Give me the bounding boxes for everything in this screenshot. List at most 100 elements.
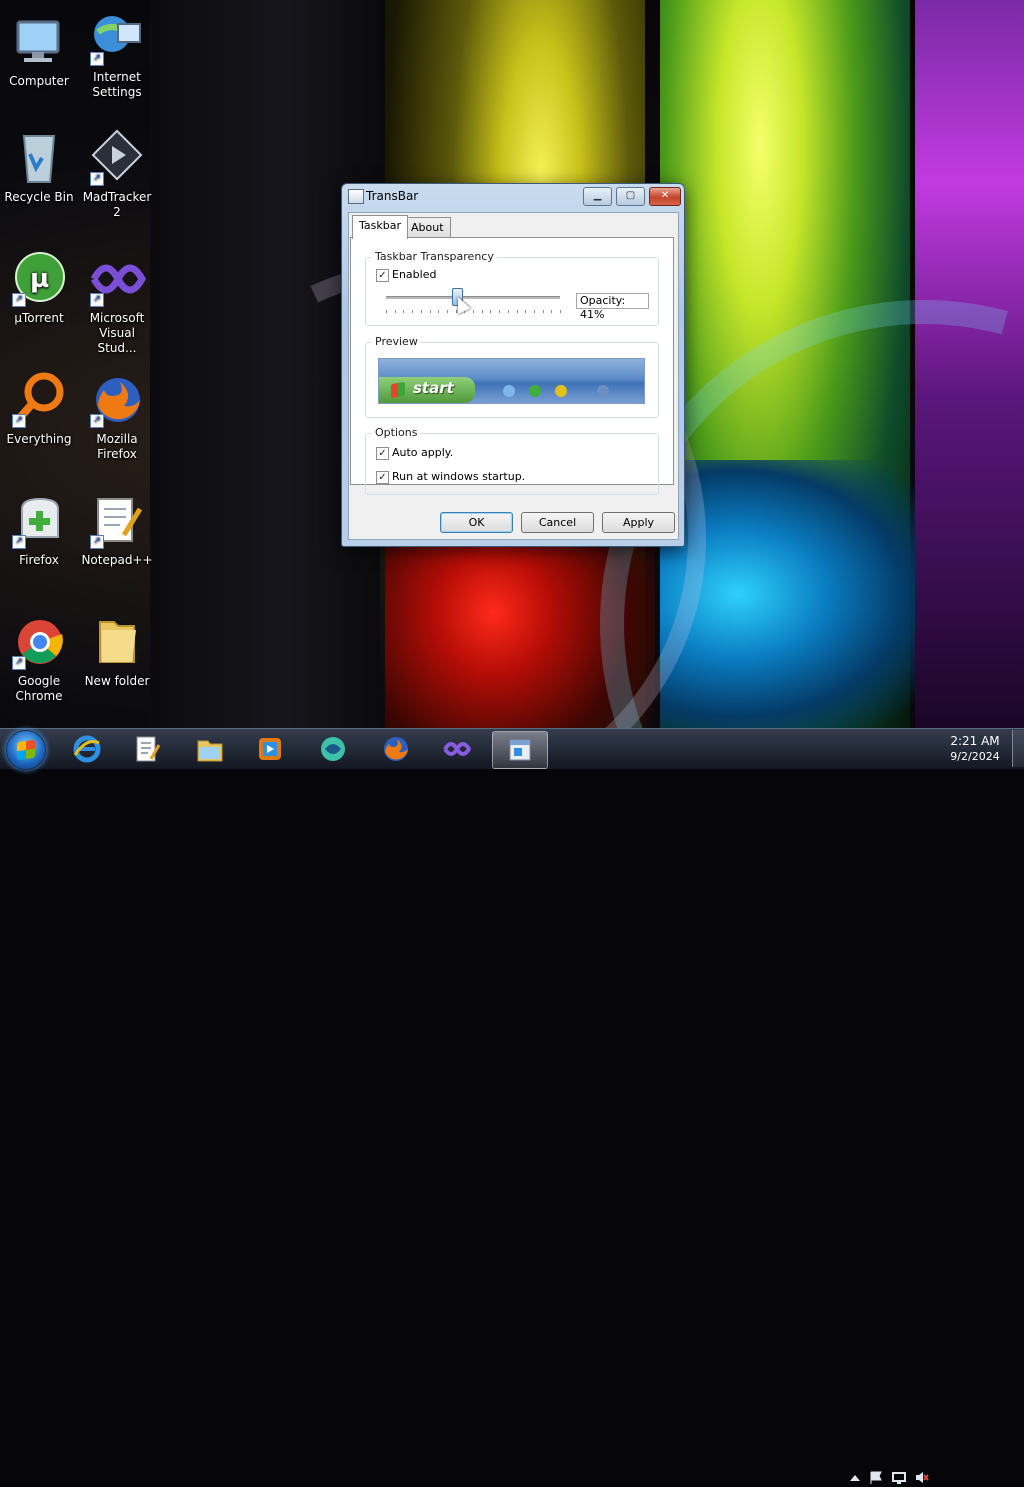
- shortcut-arrow-icon: ↗: [12, 414, 26, 428]
- preview-start-text: start: [413, 379, 454, 397]
- shortcut-arrow-icon: ↗: [90, 535, 104, 549]
- desktop-icon-label: New folder: [84, 674, 150, 688]
- internet-explorer-icon: [73, 735, 101, 763]
- clock-time: 2:21 AM: [950, 734, 1000, 748]
- ok-button[interactable]: OK: [440, 512, 513, 533]
- notepadpp-icon: [136, 736, 161, 762]
- desktop-icon-everything[interactable]: ↗ Everything: [0, 370, 78, 447]
- clock-date: 9/2/2024: [950, 750, 1000, 763]
- notepadpp-icon: ↗: [88, 491, 146, 549]
- recycle-bin-icon: [10, 128, 68, 186]
- network-icon[interactable]: [892, 1471, 906, 1484]
- explorer-icon: [197, 740, 223, 762]
- checkmark-icon: ✓: [378, 448, 387, 459]
- preview-app-icon: [503, 385, 515, 397]
- auto-apply-checkbox[interactable]: ✓: [376, 447, 389, 460]
- taskbar-tab-panel: Taskbar Transparency ✓ Enabled Opacity: …: [350, 237, 674, 495]
- taskbar-transparency-group: Taskbar Transparency ✓ Enabled Opacity: …: [365, 250, 659, 326]
- taskbar-explorer-button[interactable]: [183, 731, 237, 767]
- dialog-title: TransBar: [366, 189, 419, 203]
- action-center-flag-icon[interactable]: [869, 1471, 883, 1484]
- windows-flag-icon: [391, 381, 405, 399]
- show-desktop-button[interactable]: [1012, 730, 1024, 767]
- slider-tick: [438, 310, 440, 313]
- desktop-icon-recycle-bin[interactable]: Recycle Bin: [0, 128, 78, 205]
- run-at-startup-checkbox[interactable]: ✓: [376, 471, 389, 484]
- visual-studio-icon: [443, 742, 471, 756]
- computer-icon: [10, 12, 68, 70]
- chrome-icon: ↗: [10, 612, 68, 670]
- tab-taskbar[interactable]: Taskbar: [352, 215, 408, 239]
- checkmark-icon: ✓: [378, 472, 387, 483]
- shortcut-arrow-icon: ↗: [90, 172, 104, 186]
- desktop-icon-new-folder[interactable]: New folder: [78, 612, 156, 689]
- slider-tick: [446, 310, 448, 313]
- desktop-icon-label: Internet Settings: [92, 70, 142, 99]
- desktop-icon-label: µTorrent: [14, 311, 64, 325]
- opacity-slider-track[interactable]: [386, 296, 560, 299]
- close-icon: ✕: [660, 190, 670, 201]
- firefox-icon: ↗: [88, 370, 146, 428]
- desktop-icon-utorrent[interactable]: µ ↗ µTorrent: [0, 249, 78, 326]
- options-group: Options ✓ Auto apply. ✓ Run at windows s…: [365, 426, 659, 495]
- taskbar-firefox-button[interactable]: [369, 731, 423, 767]
- slider-tick: [420, 310, 422, 313]
- taskbar-media-button[interactable]: [243, 731, 297, 767]
- slider-tick: [516, 310, 518, 313]
- transbar-app-icon: [321, 737, 345, 761]
- folder-icon: [88, 612, 146, 670]
- slider-tick: [403, 310, 405, 313]
- preview-start-button: start: [379, 377, 475, 403]
- desktop-icon-firefox[interactable]: ↗ Firefox: [0, 491, 78, 568]
- slider-tick: [490, 310, 492, 313]
- cancel-button[interactable]: Cancel: [521, 512, 594, 533]
- slider-tick: [507, 310, 509, 313]
- slider-tick: [525, 310, 527, 313]
- firefox-profile-icon: ↗: [10, 491, 68, 549]
- preview-media-icon: [555, 385, 567, 397]
- slider-tick: [429, 310, 431, 313]
- close-button[interactable]: ✕: [649, 187, 681, 206]
- group-label-preview: Preview: [372, 335, 421, 348]
- firefox-icon: [384, 737, 408, 761]
- desktop-icon-mozilla-firefox[interactable]: ↗ Mozilla Firefox: [78, 370, 156, 462]
- start-button[interactable]: [6, 730, 46, 770]
- madtracker-icon: ↗: [88, 128, 146, 186]
- slider-tick: [473, 310, 474, 313]
- taskbar-clock[interactable]: 2:21 AM 9/2/2024: [940, 733, 1010, 765]
- opacity-readout: Opacity: 41%: [576, 293, 649, 321]
- maximize-icon: ▢: [625, 190, 636, 201]
- slider-tick: [394, 310, 396, 313]
- desktop-icon-visual-studio[interactable]: ↗ Microsoft Visual Stud...: [78, 249, 156, 356]
- taskbar-visual-studio-button[interactable]: [430, 731, 484, 767]
- taskbar-transbar-window-button[interactable]: [492, 731, 548, 769]
- everything-search-icon: ↗: [10, 370, 68, 428]
- taskbar-ie-button[interactable]: [60, 731, 114, 767]
- desktop-icon-label: Firefox: [19, 553, 59, 567]
- desktop-icon-madtracker[interactable]: ↗ MadTracker 2: [78, 128, 156, 220]
- utorrent-icon: µ ↗: [10, 249, 68, 307]
- auto-apply-label: Auto apply.: [392, 446, 454, 459]
- desktop-icon-google-chrome[interactable]: ↗ Google Chrome: [0, 612, 78, 704]
- desktop-icon-label: Everything: [6, 432, 72, 446]
- desktop-icon-notepadpp[interactable]: ↗ Notepad++: [78, 491, 156, 568]
- enabled-checkbox[interactable]: ✓: [376, 269, 389, 282]
- slider-tick: [560, 310, 561, 313]
- desktop-icon-label: Mozilla Firefox: [96, 432, 138, 461]
- preview-window-icon: [597, 385, 609, 397]
- tab-about[interactable]: About: [404, 217, 451, 238]
- media-icon: [259, 738, 281, 760]
- apply-button[interactable]: Apply: [602, 512, 675, 533]
- minimize-button[interactable]: ▁: [583, 187, 612, 206]
- dialog-titlebar[interactable]: TransBar ▁ ▢ ✕: [342, 184, 684, 208]
- transbar-window-icon: [509, 739, 531, 761]
- maximize-button[interactable]: ▢: [616, 187, 645, 206]
- desktop-icon-computer[interactable]: Computer: [0, 12, 78, 89]
- volume-muted-icon[interactable]: [915, 1471, 929, 1484]
- desktop-icon-label: Computer: [9, 74, 69, 88]
- slider-tick: [481, 310, 483, 313]
- desktop-icon-internet-settings[interactable]: ↗ Internet Settings: [78, 8, 156, 100]
- taskbar-app-button[interactable]: [306, 731, 360, 767]
- taskbar-notepadpp-button[interactable]: [120, 731, 174, 767]
- show-hidden-icons-icon[interactable]: [848, 1471, 862, 1484]
